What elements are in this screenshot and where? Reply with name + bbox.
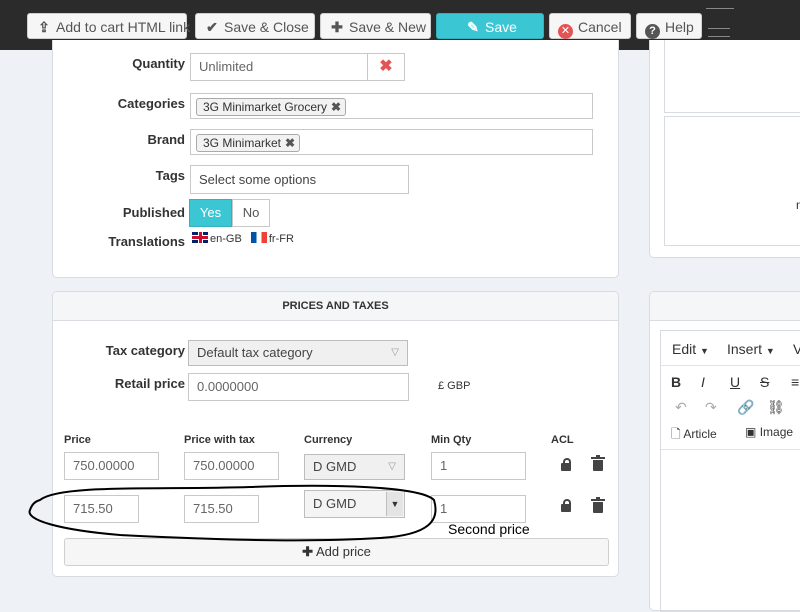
- redo-icon[interactable]: ↷: [705, 399, 717, 416]
- link-icon[interactable]: 🔗: [737, 399, 754, 416]
- image-button[interactable]: ▣ Image: [745, 425, 793, 439]
- right-top-box: [664, 40, 800, 113]
- caret-down-icon: ▼: [765, 346, 775, 356]
- rich-text-editor: Edit ▼ Insert ▼ V B I U S ≡ ↶ ↷ 🔗 ⛓ 🗋 Ar…: [660, 330, 800, 612]
- image-icon: ▣: [745, 425, 757, 439]
- editor-panel-header: [650, 292, 800, 321]
- right-top-panel: n: [649, 40, 800, 258]
- editor-panel: Edit ▼ Insert ▼ V B I U S ≡ ↶ ↷ 🔗 ⛓ 🗋 Ar…: [649, 291, 800, 612]
- editor-divider: [661, 365, 800, 366]
- bold-button[interactable]: B: [671, 374, 681, 390]
- caret-down-icon: ▼: [700, 346, 709, 356]
- insert-menu[interactable]: Insert ▼: [727, 341, 775, 357]
- right-cutoff-text: n: [796, 198, 800, 212]
- italic-button[interactable]: I: [701, 374, 705, 390]
- editor-divider: [661, 449, 800, 450]
- strikethrough-button[interactable]: S: [760, 374, 769, 390]
- article-icon: 🗋: [671, 427, 681, 441]
- align-icon[interactable]: ≡: [791, 374, 799, 390]
- underline-button[interactable]: U: [730, 374, 740, 390]
- article-button[interactable]: 🗋 Article: [671, 425, 717, 446]
- view-menu[interactable]: V: [793, 341, 800, 357]
- edit-menu[interactable]: Edit ▼: [672, 341, 709, 357]
- undo-icon[interactable]: ↶: [675, 399, 687, 416]
- unlink-icon[interactable]: ⛓: [767, 399, 785, 416]
- right-middle-box: [664, 116, 800, 246]
